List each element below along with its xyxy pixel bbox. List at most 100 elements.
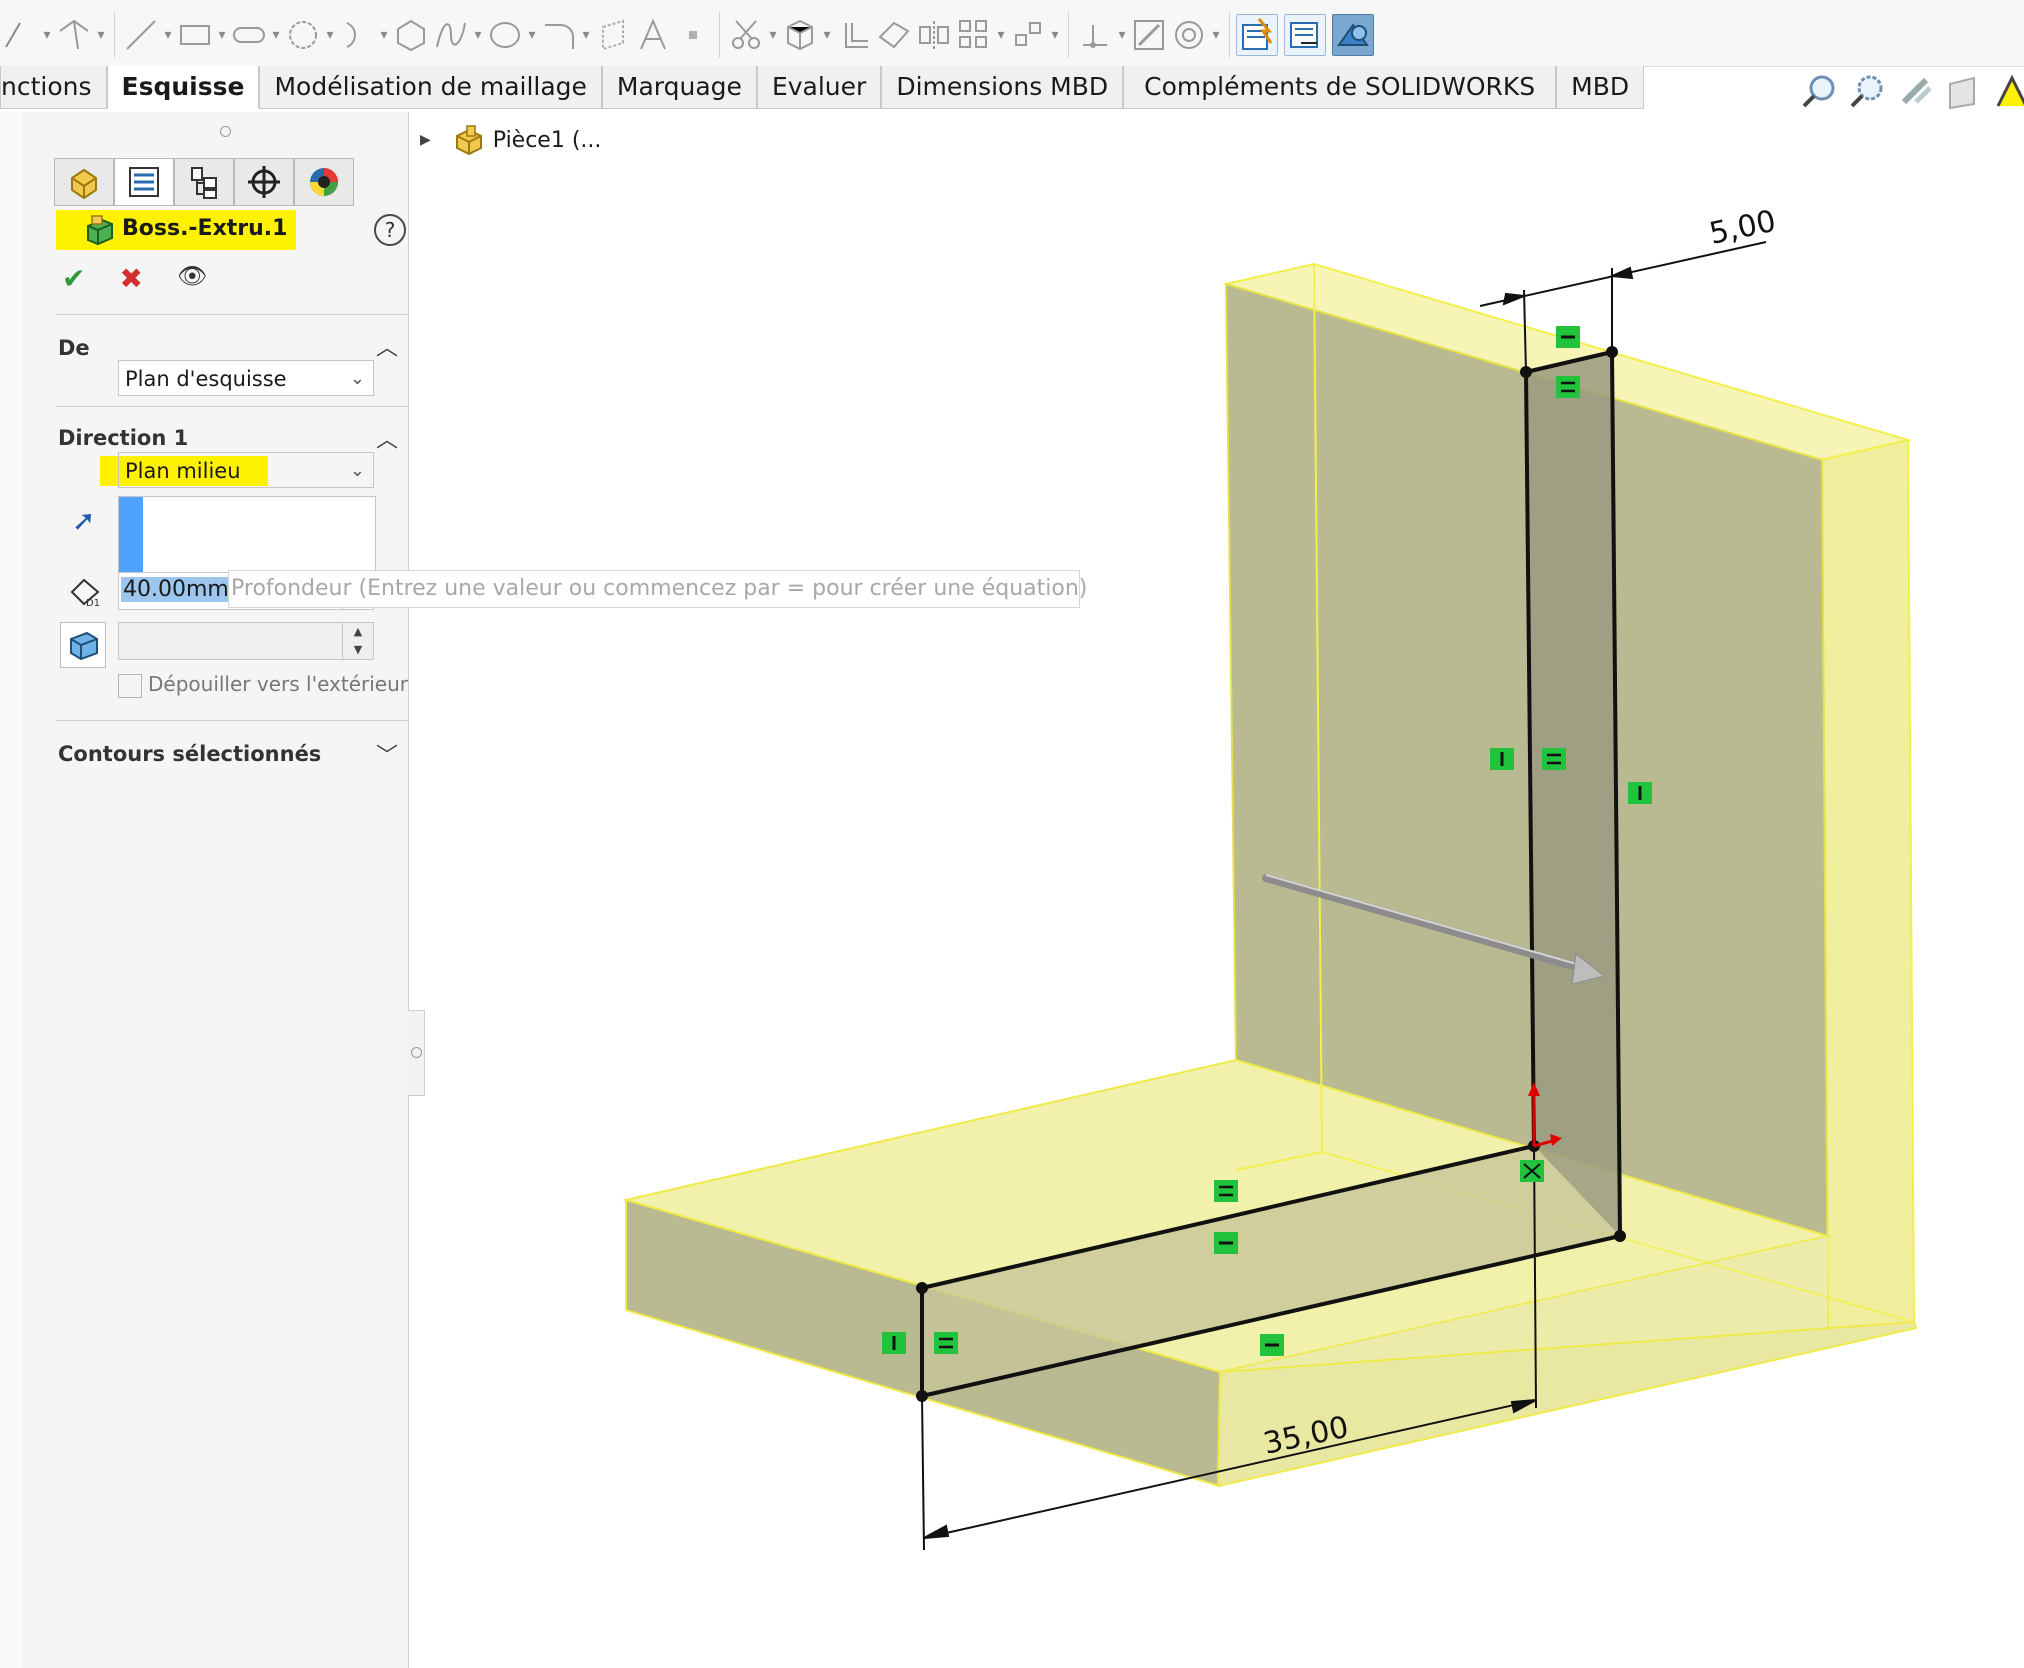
circle-icon[interactable] [283,15,323,55]
feature-manager-tab[interactable] [54,158,114,206]
ok-button[interactable]: ✔ [62,262,85,295]
chevron-down-icon[interactable]: ▾ [269,27,283,43]
line-icon[interactable] [121,15,161,55]
chevron-up-icon[interactable]: ︿ [376,330,398,362]
draft-toggle-button[interactable] [60,622,106,668]
toolbar-tools: ▾ ▾ ▾ ▾ ▾ ▾ ▾ ▾ ▾ ▾ ▾ ▾ ▾ ▾ ▾ ▾ [0,10,1374,60]
sketch-points [916,346,1626,1402]
section-contours-header[interactable]: Contours sélectionnés [58,742,321,766]
chevron-down-icon[interactable]: ▾ [1048,27,1062,43]
display-relations-icon[interactable] [1075,15,1115,55]
dimension-bottom[interactable] [921,1145,1537,1551]
repair-icon[interactable] [1129,15,1169,55]
move-icon[interactable] [1008,15,1048,55]
chevron-down-icon[interactable]: ▾ [40,27,54,43]
chevron-up-icon[interactable]: ︿ [376,422,398,454]
line-icon[interactable] [54,15,94,55]
dimension-bottom-text[interactable]: 35,00 [1260,1410,1351,1462]
svg-text:D1: D1 [86,598,100,609]
tab-evaluer[interactable]: Evaluer [756,66,882,109]
rapid-sketch-icon[interactable] [1236,14,1278,56]
chevron-down-icon[interactable]: ▾ [1209,27,1223,43]
instant2d-icon[interactable] [1284,14,1326,56]
shaded-sketch-icon[interactable] [1332,14,1374,56]
feature-title: Boss.-Extru.1 [122,216,288,241]
polygon-icon[interactable] [391,15,431,55]
zoom-to-area-icon[interactable] [1848,72,1888,112]
text-icon[interactable] [633,15,673,55]
chevron-down-icon[interactable]: ▾ [94,27,108,43]
chevron-down-icon[interactable]: ▾ [1115,27,1129,43]
property-manager: Boss.-Extru.1 ? ✔ ✖ 👁 De ︿ Plan d'esquis… [22,112,409,1668]
rectangle-icon[interactable] [175,15,215,55]
property-manager-tab[interactable] [114,158,174,206]
cancel-button[interactable]: ✖ [119,262,142,295]
panel-splitter[interactable] [408,1010,425,1096]
arc-icon[interactable] [337,15,377,55]
linear-pattern-icon[interactable] [954,15,994,55]
tab-esquisse[interactable]: Esquisse [106,66,260,109]
end-condition-select[interactable]: Plan milieu ⌄ [118,452,374,488]
spline-icon[interactable] [431,15,471,55]
expand-triangle-icon[interactable]: ▶ [420,132,431,148]
chevron-down-icon[interactable]: ▾ [766,27,780,43]
chevron-down-icon[interactable]: ▾ [323,27,337,43]
slot-icon[interactable] [229,15,269,55]
draft-spinner[interactable]: ▲ ▼ [342,623,373,659]
zoom-to-fit-icon[interactable] [1800,72,1840,112]
dimension-top-text[interactable]: 5,00 [1706,204,1779,252]
offset-surface-icon[interactable] [874,15,914,55]
dimxpert-manager-tab[interactable] [234,158,294,206]
view-orientation-icon[interactable] [1992,72,2024,112]
feature-tree-root[interactable]: ▶ Pièce1 (... [420,124,601,156]
fillet-icon[interactable] [539,15,579,55]
convert-icon[interactable] [780,15,820,55]
chevron-down-icon[interactable]: ▾ [377,27,391,43]
chevron-down-icon[interactable]: ▾ [820,27,834,43]
tab-mbd[interactable]: MBD [1556,66,1645,109]
tab-complements-solidworks[interactable]: Compléments de SOLIDWORKS [1123,66,1557,109]
draft-outward-checkbox[interactable] [118,674,142,698]
previous-view-icon[interactable] [1896,72,1936,112]
draft-outward-label: Dépouiller vers l'extérieur [148,672,408,696]
tab-marquage[interactable]: Marquage [601,66,757,109]
chevron-down-icon[interactable]: ▾ [525,27,539,43]
dimension-top[interactable] [1479,241,1767,373]
origin-icon [1528,1082,1562,1148]
help-icon[interactable]: ? [374,214,406,246]
chevron-down-icon[interactable]: ▾ [215,27,229,43]
point-icon[interactable] [673,15,713,55]
configuration-manager-tab[interactable] [174,158,234,206]
extrude-boss-icon [87,215,113,246]
heads-up-view-toolbar [1800,72,2024,112]
display-manager-tab[interactable] [294,158,354,206]
ellipse-icon[interactable] [485,15,525,55]
tab-modelisation-maillage[interactable]: Modélisation de maillage [259,66,602,109]
tab-dimensions-mbd[interactable]: Dimensions MBD [881,66,1124,109]
extrude-direction-arrow[interactable] [1262,874,1606,985]
sketch-profile [920,350,1622,1398]
chevron-down-icon[interactable]: ▾ [579,27,593,43]
chevron-down-icon[interactable]: ▾ [471,27,485,43]
panel-grip-icon[interactable] [220,126,231,137]
mirror-icon[interactable] [914,15,954,55]
chevron-down-icon[interactable]: ﹀ [376,738,398,770]
appearance-sphere-icon [310,168,338,196]
tab-fonctions[interactable]: nctions [0,66,107,109]
command-manager-tabs: nctions Esquisse Modélisation de maillag… [0,66,1645,110]
smart-dimension-icon[interactable] [0,15,40,55]
quick-snaps-icon[interactable] [1169,15,1209,55]
section-de-header[interactable]: De [58,336,90,360]
preview-eye-icon[interactable]: 👁 [177,262,207,295]
offset-icon[interactable] [834,15,874,55]
trim-icon[interactable] [726,15,766,55]
reverse-direction-arrow-icon[interactable]: ➚ [72,504,95,537]
start-condition-select[interactable]: Plan d'esquisse ⌄ [118,360,374,396]
section-view-icon[interactable] [1944,72,1984,112]
draft-angle-input[interactable]: ▲ ▼ [118,622,374,660]
chevron-down-icon[interactable]: ▾ [994,27,1008,43]
plane-icon[interactable] [593,15,633,55]
chevron-down-icon[interactable]: ▾ [161,27,175,43]
fix-relation-icon [1520,1160,1544,1182]
section-direction-header[interactable]: Direction 1 [58,426,188,450]
